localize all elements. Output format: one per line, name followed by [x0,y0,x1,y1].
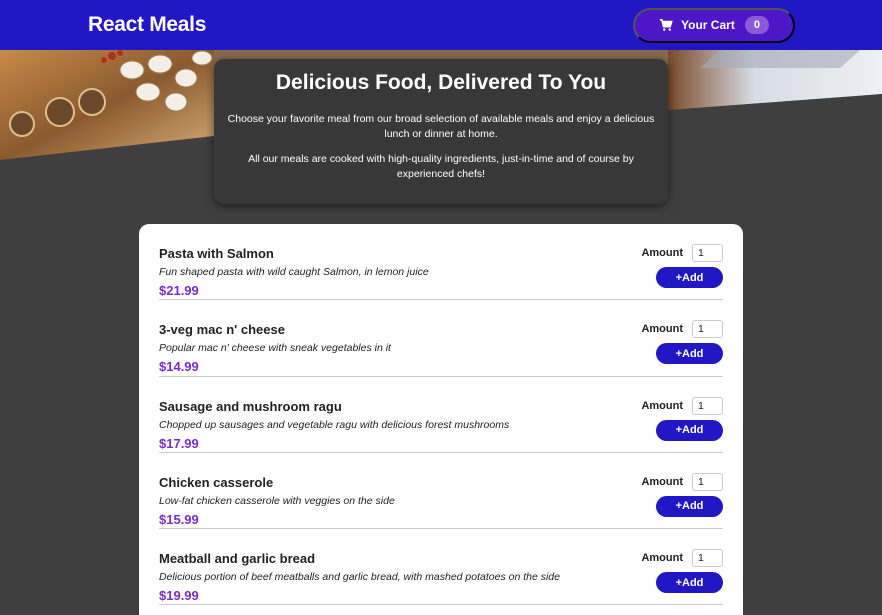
meal-price: $17.99 [159,435,199,451]
meal-item: Pasta with Salmon Fun shaped pasta with … [159,224,723,301]
meal-name: 3-veg mac n' cheese [159,322,285,338]
amount-label: Amount [641,323,683,336]
amount-label: Amount [641,247,683,259]
meal-price: $15.99 [159,511,199,527]
amount-label: Amount [641,552,683,565]
cart-label: Your Cart [681,18,735,32]
add-button[interactable]: +Add [656,572,723,594]
meal-description: Low-fat chicken casserole with veggies o… [159,494,395,507]
amount-label: Amount [641,475,683,488]
amount-input[interactable] [692,244,723,262]
amount-input[interactable] [692,549,723,568]
app-header: React Meals Your Cart 0 [0,0,882,50]
summary-title: Delicious Food, Delivered To You [275,71,607,94]
meal-description: Chopped up sausages and vegetable ragu w… [159,418,510,431]
meals-summary: Delicious Food, Delivered To You Choose … [214,59,668,204]
meals-list: Pasta with Salmon Fun shaped pasta with … [139,224,743,615]
meal-price: $19.99 [159,588,199,604]
meal-item: Meatball and garlic bread Delicious port… [159,529,723,606]
meal-description: Fun shaped pasta with wild caught Salmon… [159,266,429,278]
add-button[interactable]: +Add [656,495,723,517]
meal-name: Pasta with Salmon [159,246,274,261]
meal-name: Chicken casserole [159,474,274,490]
meal-price: $14.99 [159,359,199,375]
meal-description: Delicious portion of beef meatballs and … [159,571,560,584]
cart-button[interactable]: Your Cart 0 [633,7,795,43]
cart-count-badge: 0 [744,16,769,34]
meal-name: Sausage and mushroom ragu [159,398,342,414]
summary-paragraph-2: All our meals are cooked with high-quali… [248,153,634,180]
meal-price: $21.99 [159,283,199,298]
meal-item: Chicken casserole Low-fat chicken casser… [159,453,723,530]
amount-input[interactable] [692,320,723,339]
meal-item: 3-veg mac n' cheese Popular mac n' chees… [159,300,723,377]
add-button[interactable]: +Add [656,343,723,365]
meal-name: Meatball and garlic bread [159,551,316,567]
add-button[interactable]: +Add [656,419,723,441]
cart-icon [659,18,673,31]
summary-paragraph-1: Choose your favorite meal from our broad… [227,113,655,140]
amount-input[interactable] [692,472,723,491]
meal-description: Popular mac n' cheese with sneak vegetab… [159,342,391,355]
add-button[interactable]: +Add [656,267,723,288]
app-logo: React Meals [88,13,207,36]
amount-label: Amount [641,399,683,412]
amount-input[interactable] [692,396,723,415]
meal-item: Sausage and mushroom ragu Chopped up sau… [159,377,723,453]
